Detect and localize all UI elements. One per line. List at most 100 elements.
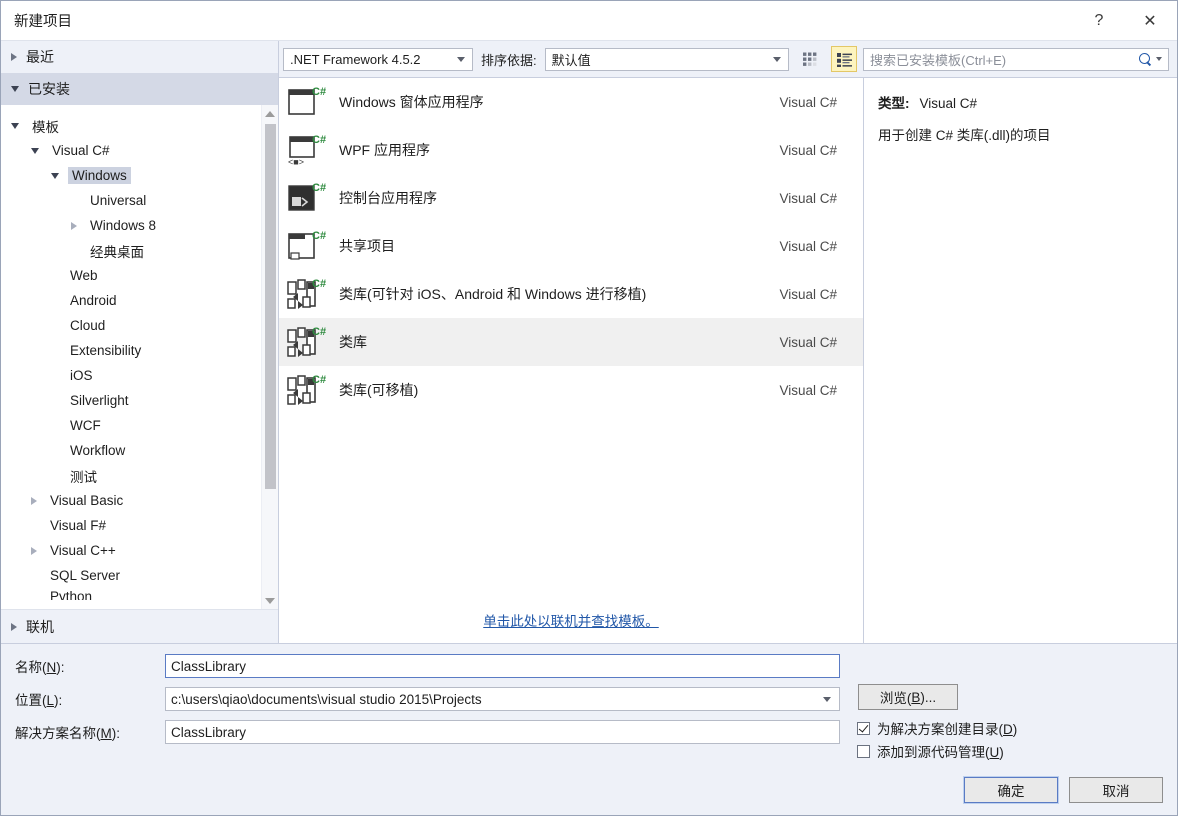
tree-item-python[interactable]: Python bbox=[1, 588, 261, 600]
template-row[interactable]: C# 类库(可移植) Visual C# bbox=[279, 366, 863, 414]
search-row: 搜索已安装模板(Ctrl+E) bbox=[863, 41, 1177, 77]
ok-button[interactable]: 确定 bbox=[964, 777, 1058, 803]
svg-text:C#: C# bbox=[312, 374, 326, 386]
tree-item-ios[interactable]: iOS bbox=[1, 363, 261, 388]
tree-item-workflow[interactable]: Workflow bbox=[1, 438, 261, 463]
template-row[interactable]: C# 共享项目 Visual C# bbox=[279, 222, 863, 270]
chevron-right-icon[interactable] bbox=[71, 221, 77, 230]
tree-item-silverlight[interactable]: Silverlight bbox=[1, 388, 261, 413]
template-language: Visual C# bbox=[779, 382, 837, 398]
online-templates-link[interactable]: 单击此处以联机并查找模板。 bbox=[483, 610, 659, 630]
tree-item-[interactable]: 模板 bbox=[1, 113, 261, 138]
scroll-down-icon[interactable] bbox=[261, 592, 278, 609]
tree-item-[interactable]: 测试 bbox=[1, 463, 261, 488]
cancel-button[interactable]: 取消 bbox=[1069, 777, 1163, 803]
tree-item-[interactable]: 经典桌面 bbox=[1, 238, 261, 263]
tree-item-visual-c[interactable]: Visual C# bbox=[1, 138, 261, 163]
dialog-action-buttons: 确定 取消 bbox=[964, 777, 1163, 803]
tree-item-extensibility[interactable]: Extensibility bbox=[1, 338, 261, 363]
scrollbar-track[interactable] bbox=[261, 122, 278, 592]
class-library-icon: C# bbox=[287, 276, 327, 312]
new-project-dialog: 新建项目 ? ✕ 最近 已安装 模板 Visual C# Windows Univer… bbox=[0, 0, 1178, 816]
create-directory-checkbox[interactable] bbox=[857, 721, 870, 735]
framework-version-value: .NET Framework 4.5.2 bbox=[290, 51, 421, 67]
project-name-input[interactable]: ClassLibrary bbox=[165, 654, 840, 678]
chevron-down-icon bbox=[11, 86, 19, 92]
template-language: Visual C# bbox=[779, 286, 837, 302]
tree-item-web[interactable]: Web bbox=[1, 263, 261, 288]
source-control-checkbox[interactable] bbox=[857, 744, 870, 758]
template-row[interactable]: C# 控制台应用程序 Visual C# bbox=[279, 174, 863, 222]
search-input[interactable]: 搜索已安装模板(Ctrl+E) bbox=[864, 50, 1139, 69]
tree-item-sql-server[interactable]: SQL Server bbox=[1, 563, 261, 588]
tree-item-label: Visual C++ bbox=[50, 543, 116, 558]
template-row[interactable]: C# 类库(可针对 iOS、Android 和 Windows 进行移植) Visu… bbox=[279, 270, 863, 318]
sidebar-group-recent[interactable]: 最近 bbox=[1, 41, 278, 73]
sort-by-dropdown[interactable]: 默认值 bbox=[544, 47, 789, 71]
window-controls: ? ✕ bbox=[1075, 1, 1177, 41]
tree-item-wcf[interactable]: WCF bbox=[1, 413, 261, 438]
sidebar-group-online[interactable]: 联机 bbox=[1, 609, 278, 643]
source-control-checkbox-row[interactable]: 添加到源代码管理(U) bbox=[857, 741, 1004, 761]
tree-item-cloud[interactable]: Cloud bbox=[1, 313, 261, 338]
framework-version-dropdown[interactable]: .NET Framework 4.5.2 bbox=[283, 47, 473, 71]
chevron-right-icon[interactable] bbox=[31, 546, 37, 555]
tree-item-universal[interactable]: Universal bbox=[1, 188, 261, 213]
online-templates-row: 单击此处以联机并查找模板。 bbox=[279, 597, 863, 643]
solution-name-input[interactable]: ClassLibrary bbox=[165, 720, 840, 744]
chevron-down-icon bbox=[773, 57, 781, 62]
scroll-up-icon[interactable] bbox=[261, 105, 278, 122]
tree-scrollbar[interactable] bbox=[261, 105, 278, 609]
check-icon bbox=[859, 724, 868, 733]
tree-item-label: Windows 8 bbox=[90, 218, 157, 233]
tree-item-visual-basic[interactable]: Visual Basic bbox=[1, 488, 261, 513]
template-row[interactable]: <■> C# WPF 应用程序 Visual C# bbox=[279, 126, 863, 174]
sidebar-group-installed[interactable]: 已安装 bbox=[1, 73, 278, 105]
tree-item-windows[interactable]: Windows bbox=[1, 163, 261, 188]
chevron-down-icon[interactable] bbox=[11, 122, 19, 129]
search-box[interactable]: 搜索已安装模板(Ctrl+E) bbox=[863, 47, 1169, 71]
template-name: 共享项目 bbox=[339, 238, 395, 254]
browse-button[interactable]: 浏览(B)... bbox=[858, 684, 958, 710]
chevron-down-icon[interactable] bbox=[823, 697, 831, 702]
templates-toolbar: .NET Framework 4.5.2 排序依据: 默认值 bbox=[279, 41, 863, 77]
tree-item-android[interactable]: Android bbox=[1, 288, 261, 313]
svg-text:C#: C# bbox=[312, 182, 326, 194]
template-name: 类库(可移植) bbox=[339, 382, 419, 398]
winforms-icon: C# bbox=[287, 84, 327, 120]
template-row[interactable]: C# 类库 Visual C# bbox=[279, 318, 863, 366]
class-library-icon: C# bbox=[287, 372, 327, 408]
tree-item-visual-f[interactable]: Visual F# bbox=[1, 513, 261, 538]
tree-item-label: Workflow bbox=[70, 443, 126, 458]
solution-name-value: ClassLibrary bbox=[171, 724, 247, 740]
sidebar-group-online-label: 联机 bbox=[26, 618, 54, 635]
create-directory-checkbox-row[interactable]: 为解决方案创建目录(D) bbox=[857, 718, 1017, 738]
template-row[interactable]: C# Windows 窗体应用程序 Visual C# bbox=[279, 78, 863, 126]
tree-item-label: 测试 bbox=[70, 469, 97, 485]
chevron-down-icon[interactable] bbox=[51, 172, 59, 179]
search-icon[interactable] bbox=[1139, 52, 1152, 66]
list-view-button[interactable] bbox=[831, 46, 857, 72]
tree-item-visual-c[interactable]: Visual C++ bbox=[1, 538, 261, 563]
project-location-input[interactable]: c:\users\qiao\documents\visual studio 20… bbox=[165, 687, 840, 711]
chevron-down-icon bbox=[457, 57, 465, 62]
help-icon[interactable]: ? bbox=[1075, 1, 1123, 41]
chevron-down-icon[interactable] bbox=[1156, 57, 1162, 61]
template-description-panel: 类型: Visual C# 用于创建 C# 类库(.dll)的项目 bbox=[863, 77, 1177, 643]
list-view-icon bbox=[836, 52, 852, 67]
tree-item-windows-8[interactable]: Windows 8 bbox=[1, 213, 261, 238]
template-language: Visual C# bbox=[779, 142, 837, 158]
description-type-row: 类型: Visual C# bbox=[878, 92, 1161, 112]
class-library-icon: C# bbox=[287, 324, 327, 360]
template-language: Visual C# bbox=[779, 190, 837, 206]
chevron-down-icon[interactable] bbox=[31, 147, 39, 154]
project-form: 名称(N): ClassLibrary 位置(L): c:\users\qiao… bbox=[1, 643, 1177, 815]
close-icon[interactable]: ✕ bbox=[1123, 1, 1177, 41]
svg-text:C#: C# bbox=[312, 86, 326, 98]
chevron-right-icon[interactable] bbox=[31, 496, 37, 505]
small-icons-view-button[interactable] bbox=[797, 46, 823, 72]
tree-item-label: 经典桌面 bbox=[90, 244, 144, 260]
scrollbar-thumb[interactable] bbox=[264, 124, 276, 490]
sort-by-value: 默认值 bbox=[551, 52, 591, 68]
description-text: 用于创建 C# 类库(.dll)的项目 bbox=[878, 128, 1051, 143]
